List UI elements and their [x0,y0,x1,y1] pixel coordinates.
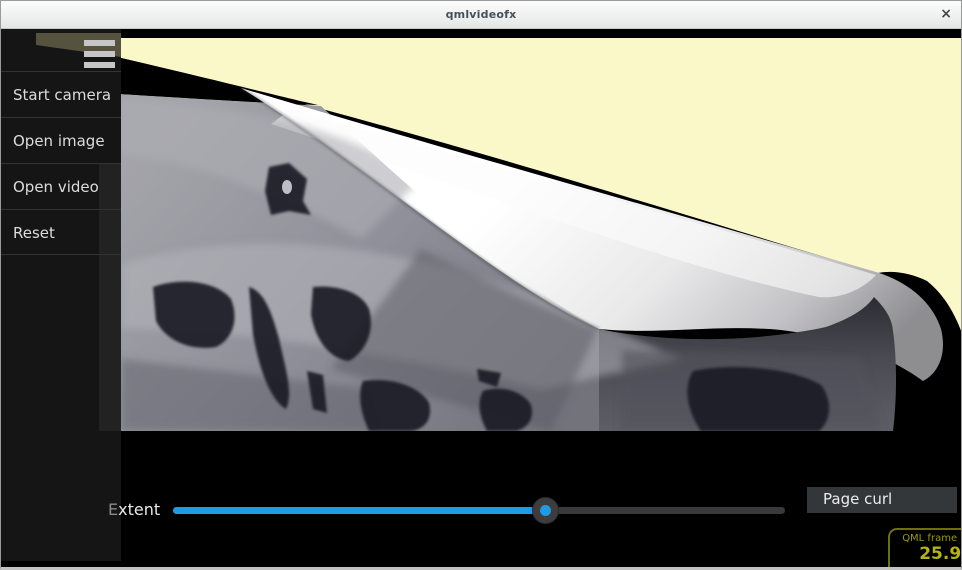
slider-handle-dot [540,505,551,516]
sidebar-item-start-camera[interactable]: Start camera [1,71,121,117]
close-icon[interactable]: × [940,6,952,22]
slider-fill [173,507,546,514]
slider-label: Extent [108,500,160,519]
app-window: qmlvideofx × [0,0,962,570]
sidebar: Start camera Open image Open video Reset [1,29,121,561]
sidebar-item-open-video[interactable]: Open video [1,163,121,209]
sidebar-item-label: Open image [13,132,105,150]
page-curl-canvas [121,29,961,561]
sidebar-item-label: Start camera [13,86,111,104]
extent-slider[interactable] [173,497,785,525]
sidebar-item-label: Reset [13,224,55,242]
slider-handle[interactable] [532,497,559,524]
sidebar-menu: Start camera Open image Open video Reset [1,71,121,255]
sidebar-item-label: Open video [13,178,99,196]
fps-value: 25.95 [894,544,961,564]
titlebar[interactable]: qmlvideofx × [1,1,961,29]
window-title: qmlvideofx [1,8,961,21]
content-area: Start camera Open image Open video Reset… [1,29,961,567]
fps-label: QML frame r... [894,533,961,544]
menu-icon[interactable] [84,40,115,68]
effect-selector-button[interactable]: Page curl [807,487,957,513]
sidebar-item-open-image[interactable]: Open image [1,117,121,163]
fps-counter: QML frame r... 25.95 [888,528,961,567]
sidebar-item-reset[interactable]: Reset [1,209,121,255]
